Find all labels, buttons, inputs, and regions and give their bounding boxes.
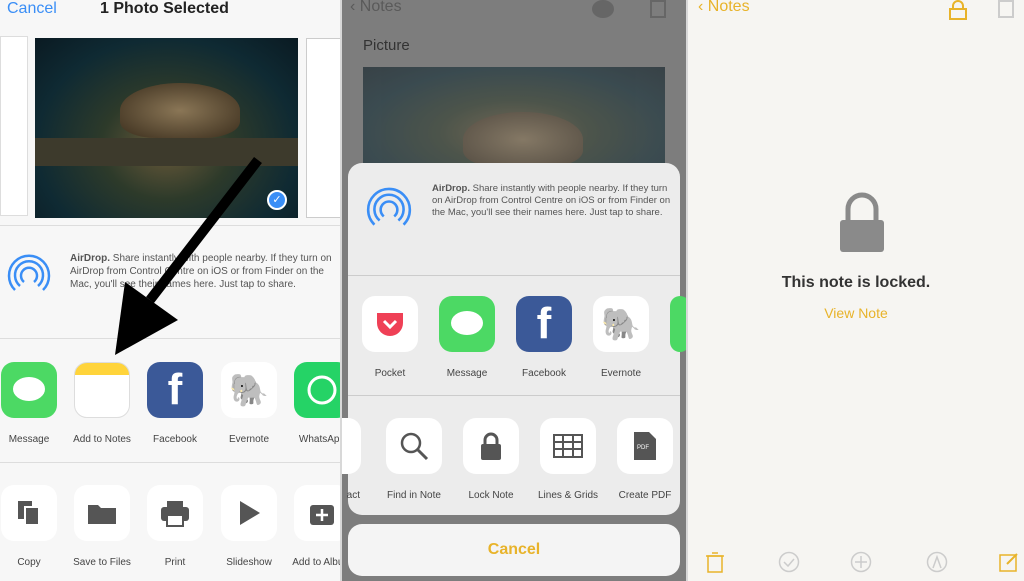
grid-icon (540, 418, 596, 474)
sheet-title: 1 Photo Selected (100, 0, 229, 17)
app-label: Facebook (522, 368, 566, 379)
evernote-icon: 🐘 (593, 296, 649, 352)
action-label: Find in Note (387, 490, 441, 501)
airdrop-label: AirDrop. (432, 183, 470, 194)
checkmark-icon: ✓ (267, 190, 287, 210)
app-label: Message (8, 434, 50, 445)
lock-toolbar-icon[interactable] (948, 0, 968, 20)
airdrop-text: Share instantly with people nearby. If t… (70, 253, 332, 290)
lock-icon (840, 192, 884, 252)
app-facebook[interactable]: f Facebook (509, 296, 579, 379)
lock-icon (463, 418, 519, 474)
airdrop-icon (7, 254, 51, 296)
action-label: Create PDF (618, 490, 672, 501)
action-label: act (346, 490, 360, 501)
action-copy[interactable]: Copy (0, 485, 64, 568)
add-people-icon[interactable] (592, 0, 614, 18)
action-print[interactable]: Print (140, 485, 210, 568)
share-sheet-panel: Cancel 1 Photo Selected ✓ AirDrop. Share… (0, 0, 340, 581)
action-create-pdf[interactable]: PDF Create PDF (610, 418, 680, 501)
locked-note-panel: ‹ Notes This note is locked. View Note (688, 0, 1024, 581)
svg-text:PDF: PDF (637, 445, 649, 451)
view-note-link[interactable]: View Note (688, 305, 1024, 321)
cancel-button[interactable]: Cancel (348, 524, 680, 576)
whatsapp-icon (294, 362, 340, 418)
app-label: Facebook (153, 434, 197, 445)
app-label: Add to Notes (73, 434, 131, 445)
app-evernote[interactable]: 🐘 Evernote (586, 296, 656, 379)
contact-icon (342, 418, 361, 474)
action-slideshow[interactable]: Slideshow (214, 485, 284, 568)
share-icon[interactable] (650, 0, 666, 18)
markup-icon[interactable] (926, 551, 948, 573)
back-label: Notes (707, 0, 750, 15)
next-photo-thumbnail[interactable] (306, 38, 340, 218)
action-find-in-note[interactable]: Find in Note (379, 418, 449, 501)
action-save-to-files[interactable]: Save to Files (67, 485, 137, 568)
app-whatsapp[interactable]: WhatsApp (287, 362, 340, 445)
action-lock-note[interactable]: Lock Note (456, 418, 526, 501)
app-label: WhatsApp (298, 434, 340, 445)
share-icon[interactable] (998, 0, 1014, 18)
airdrop-label: AirDrop. (70, 253, 110, 264)
airdrop-icon (366, 187, 412, 231)
app-add-to-notes[interactable]: Add to Notes (67, 362, 137, 445)
compose-icon[interactable] (998, 551, 1020, 573)
note-title: Picture (363, 37, 410, 54)
message-icon (439, 296, 495, 352)
app-pocket[interactable]: Pocket (355, 296, 425, 379)
action-label: Save to Files (73, 557, 131, 568)
airdrop-description: AirDrop. Share instantly with people nea… (70, 252, 332, 291)
add-icon[interactable] (850, 551, 872, 573)
app-message[interactable]: Message (0, 362, 64, 445)
action-lines-grids[interactable]: Lines & Grids (533, 418, 603, 501)
action-label: Slideshow (226, 557, 272, 568)
print-icon (147, 485, 203, 541)
previous-photo-thumbnail[interactable] (0, 36, 28, 216)
note-photo (363, 67, 665, 177)
search-icon (386, 418, 442, 474)
notes-icon (74, 362, 130, 418)
checklist-icon[interactable] (778, 551, 800, 573)
chevron-left-icon: ‹ (350, 0, 360, 15)
message-icon (1, 362, 57, 418)
app-message[interactable]: Message (432, 296, 502, 379)
facebook-icon: f (516, 296, 572, 352)
app-label: Message (446, 368, 488, 379)
add-album-icon (294, 485, 340, 541)
share-sheet: AirDrop. Share instantly with people nea… (342, 163, 686, 515)
pdf-icon: PDF (617, 418, 673, 474)
action-label: Lines & Grids (537, 490, 599, 501)
app-partial[interactable] (670, 296, 686, 352)
action-label: Add to Album (292, 557, 340, 568)
back-button[interactable]: ‹ Notes (698, 0, 750, 16)
back-label: Notes (359, 0, 402, 15)
bottom-toolbar (688, 545, 1024, 581)
evernote-icon: 🐘 (221, 362, 277, 418)
app-label: Pocket (374, 368, 406, 379)
folder-icon (74, 485, 130, 541)
app-facebook[interactable]: f Facebook (140, 362, 210, 445)
action-label: Print (164, 557, 186, 568)
back-button[interactable]: ‹ Notes (350, 0, 402, 16)
action-label: Copy (17, 557, 41, 568)
cancel-button[interactable]: Cancel (7, 0, 57, 18)
app-label: Evernote (600, 368, 642, 379)
trash-icon[interactable] (705, 551, 725, 573)
locked-message: This note is locked. (781, 274, 931, 291)
app-evernote[interactable]: 🐘 Evernote (214, 362, 284, 445)
notes-share-panel: ‹ Notes Picture AirDrop. Share instantly… (342, 0, 686, 581)
play-icon (221, 485, 277, 541)
action-contact[interactable]: act (342, 418, 368, 501)
pocket-icon (362, 296, 418, 352)
action-add-to-album[interactable]: Add to Album (287, 485, 340, 568)
chevron-left-icon: ‹ (698, 0, 708, 15)
app-label: Evernote (228, 434, 270, 445)
airdrop-description: AirDrop. Share instantly with people nea… (432, 183, 672, 219)
action-label: Lock Note (468, 490, 514, 501)
copy-icon (1, 485, 57, 541)
selected-photo[interactable]: ✓ (35, 38, 298, 218)
facebook-icon: f (147, 362, 203, 418)
